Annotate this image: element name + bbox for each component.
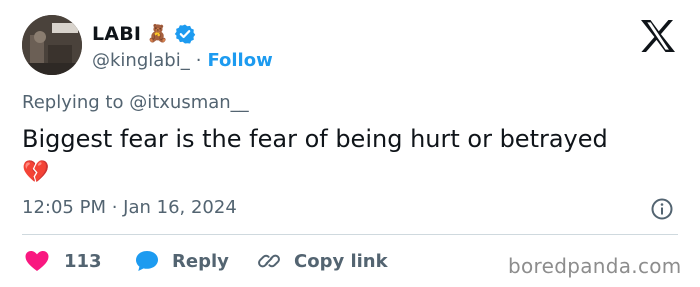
copy-link-label: Copy link <box>294 250 388 272</box>
teddy-bear-emoji: 🧸 <box>147 24 169 44</box>
follow-button[interactable]: Follow <box>207 50 272 71</box>
heart-icon <box>24 249 50 273</box>
tweet-text: Biggest fear is the fear of being hurt o… <box>22 122 682 190</box>
author-handle-row: @kinglabi_ · Follow <box>92 48 273 72</box>
handle-separator: · <box>195 49 202 71</box>
link-icon <box>256 249 282 273</box>
like-button[interactable]: 113 <box>24 248 102 274</box>
reply-context: Replying to @itxusman__ <box>22 92 249 113</box>
display-name[interactable]: LABI <box>92 23 141 45</box>
tweet-timestamp[interactable]: 12:05 PM · Jan 16, 2024 <box>22 197 237 218</box>
reply-label: Reply <box>172 250 229 272</box>
avatar-image <box>22 15 82 75</box>
speech-bubble-icon <box>134 249 160 273</box>
verified-badge-icon <box>174 23 196 45</box>
watermark: boredpanda.com <box>508 254 682 278</box>
author-handle[interactable]: @kinglabi_ <box>92 50 190 71</box>
tweet-body: Biggest fear is the fear of being hurt o… <box>22 125 608 153</box>
broken-heart-emoji: 💔 <box>22 160 50 185</box>
reply-button[interactable]: Reply <box>134 248 229 274</box>
like-count: 113 <box>64 250 102 272</box>
avatar[interactable] <box>22 15 82 75</box>
copy-link-button[interactable]: Copy link <box>256 248 388 274</box>
divider <box>22 234 678 235</box>
x-logo-icon[interactable] <box>639 19 677 53</box>
info-icon[interactable] <box>650 197 674 221</box>
author-name-row: LABI 🧸 <box>92 21 196 47</box>
